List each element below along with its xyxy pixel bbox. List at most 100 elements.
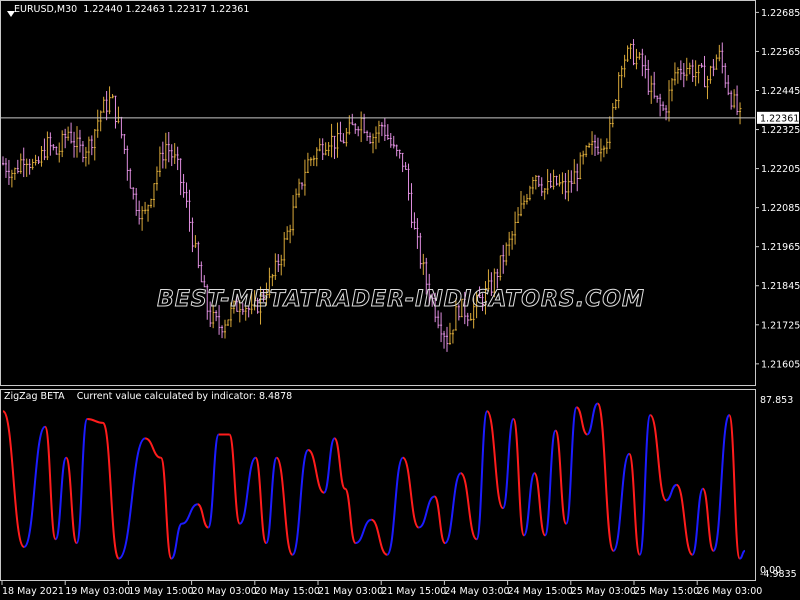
osc-segment (344, 487, 357, 545)
time-tick: 20 May 03:00 (191, 581, 257, 597)
candle (52, 144, 55, 151)
candle (289, 224, 292, 244)
candle (40, 145, 43, 167)
candle (345, 127, 348, 147)
candle (398, 149, 402, 159)
candle (697, 64, 701, 84)
candle (522, 195, 526, 209)
osc-segment (87, 417, 104, 424)
candle (327, 142, 331, 157)
time-tick: 21 May 15:00 (380, 581, 446, 597)
chevron-down-icon[interactable] (7, 11, 15, 17)
osc-segment (638, 414, 652, 556)
candle (108, 86, 112, 115)
price-chart-pane[interactable]: BEST-METATRADER-INDICATORS.COM (0, 0, 756, 386)
candle (440, 312, 443, 343)
svg-text:87.853: 87.853 (760, 395, 793, 406)
candle (330, 123, 334, 158)
time-tick: 24 May 15:00 (507, 581, 573, 597)
svg-text:1.21845: 1.21845 (761, 281, 800, 292)
candle (19, 153, 23, 174)
candle (93, 129, 97, 161)
candle (298, 178, 301, 198)
osc-segment (701, 487, 715, 552)
current-price-badge: 1.22361 (757, 111, 799, 124)
candle (617, 72, 621, 109)
candle (271, 273, 274, 287)
osc-segment (512, 417, 525, 537)
candle (691, 59, 695, 82)
candle (676, 67, 680, 84)
candle (315, 147, 319, 167)
candle (641, 48, 644, 77)
svg-text:20 May 03:00: 20 May 03:00 (192, 586, 257, 597)
candle (659, 93, 662, 117)
candle (555, 175, 559, 186)
candle (499, 255, 502, 281)
osc-segment (197, 503, 209, 529)
candle (84, 146, 88, 167)
candle (300, 182, 304, 190)
osc-segment (333, 437, 347, 490)
price-axis[interactable]: 1.22685 1.22565 1.22445 1.22325 1.22205 1.220… (756, 0, 800, 386)
candle (363, 113, 366, 134)
svg-text:-4.9835: -4.9835 (760, 569, 797, 580)
osc-segment (238, 456, 257, 525)
candle (286, 226, 289, 241)
candle (324, 142, 328, 156)
candle (49, 132, 52, 156)
candle (10, 169, 14, 188)
osc-segment (586, 402, 599, 436)
indicator-pane[interactable] (0, 389, 756, 581)
osc-segment (522, 472, 536, 537)
candle (111, 94, 115, 99)
candle (25, 158, 29, 177)
candle (34, 154, 38, 166)
candle (534, 175, 538, 190)
candle (520, 191, 523, 217)
osc-segment (102, 421, 120, 560)
candle (703, 55, 707, 88)
candle (614, 99, 618, 110)
candle (114, 95, 117, 129)
svg-text:20 May 15:00: 20 May 15:00 (255, 586, 320, 597)
candle (226, 319, 230, 326)
candle (123, 133, 126, 155)
osc-segment (181, 503, 198, 525)
candle (662, 101, 665, 112)
candle (594, 134, 597, 157)
candle (117, 106, 120, 124)
candle (525, 193, 529, 205)
time-tick: 18 May 2021 (1, 581, 64, 597)
candle (129, 168, 132, 189)
candle (96, 109, 100, 138)
candle (99, 110, 103, 132)
time-tick: 19 May 03:00 (64, 581, 130, 597)
candle (623, 54, 627, 78)
candle (351, 113, 354, 126)
candle (727, 74, 730, 96)
candle (706, 75, 709, 100)
svg-text:25 May 15:00: 25 May 15:00 (634, 586, 699, 597)
indicator-axis[interactable]: 87.8530.00-4.9835 (756, 389, 800, 581)
osc-segment (739, 549, 746, 560)
candle (552, 169, 556, 190)
candle (81, 140, 85, 163)
candle (505, 242, 508, 266)
svg-text:1.22325: 1.22325 (761, 125, 800, 136)
osc-segment (159, 456, 173, 560)
candle (694, 60, 698, 87)
time-tick: 25 May 03:00 (570, 581, 636, 597)
candle (466, 312, 470, 327)
candle (605, 138, 609, 154)
osc-segment (675, 483, 694, 556)
svg-text:26 May 03:00: 26 May 03:00 (697, 586, 762, 597)
candle (4, 158, 8, 178)
candle (517, 207, 520, 224)
indicator-tick: 87.853 (760, 395, 793, 406)
candle (312, 155, 316, 167)
time-axis[interactable]: 18 May 2021 19 May 03:0019 May 15:0020 Ma… (0, 581, 800, 600)
candle (292, 195, 295, 236)
osc-segment (596, 402, 615, 552)
osc-segment (2, 410, 26, 548)
